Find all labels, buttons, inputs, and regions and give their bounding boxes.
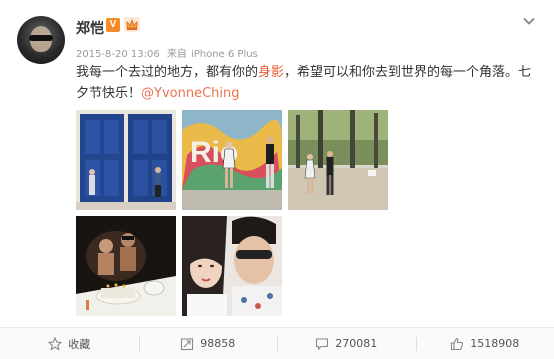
repost-button[interactable]: 98858 (138, 328, 278, 359)
mention-link[interactable]: @YvonneChing (141, 86, 239, 101)
photo-graffiti-wall[interactable]: Rio (182, 110, 282, 210)
post-meta: 2015-8-20 13:06 来自 iPhone 6 Plus (76, 45, 262, 60)
weibo-post-card: 郑恺 V 2015-8-20 13:06 来自 iPhone 6 Plus 我每一… (0, 0, 554, 359)
source-prefix: 来自 (166, 49, 187, 60)
favorite-button[interactable]: 收藏 (0, 328, 139, 359)
photo-grid: Rio (76, 110, 388, 316)
action-bar: 收藏 98858 270081 1518908 (0, 327, 554, 359)
photo-birthday-cake[interactable] (76, 216, 176, 316)
photo-couple-selfie[interactable] (182, 216, 282, 316)
comment-count: 270081 (335, 337, 378, 350)
post-timestamp[interactable]: 2015-8-20 13:06 (76, 49, 160, 60)
author-name[interactable]: 郑恺 (76, 18, 104, 38)
like-button[interactable]: 1518908 (415, 328, 554, 359)
crown-icon (124, 17, 140, 32)
thumbs-up-icon (451, 337, 464, 350)
verified-badge-icon: V (106, 18, 120, 32)
avatar-sunglasses (29, 35, 53, 41)
post-text: 我每一个去过的地方，都有你的身影，希望可以和你去到世界的每一个角落。七夕节快乐！… (76, 62, 532, 104)
chevron-down-icon[interactable] (522, 14, 536, 28)
avatar[interactable] (17, 16, 65, 64)
comment-icon (316, 337, 329, 350)
repost-count: 98858 (200, 337, 236, 350)
post-text-highlight[interactable]: 身影 (258, 65, 284, 80)
comment-button[interactable]: 270081 (277, 328, 416, 359)
post-text-part1: 我每一个去过的地方，都有你的 (76, 65, 259, 80)
star-icon (48, 336, 63, 351)
repost-icon (181, 337, 194, 350)
photo-blue-doors[interactable] (76, 110, 176, 210)
favorite-label: 收藏 (68, 337, 91, 351)
photo-tree-path[interactable] (288, 110, 388, 210)
like-count: 1518908 (470, 337, 520, 350)
post-source[interactable]: iPhone 6 Plus (191, 49, 258, 60)
